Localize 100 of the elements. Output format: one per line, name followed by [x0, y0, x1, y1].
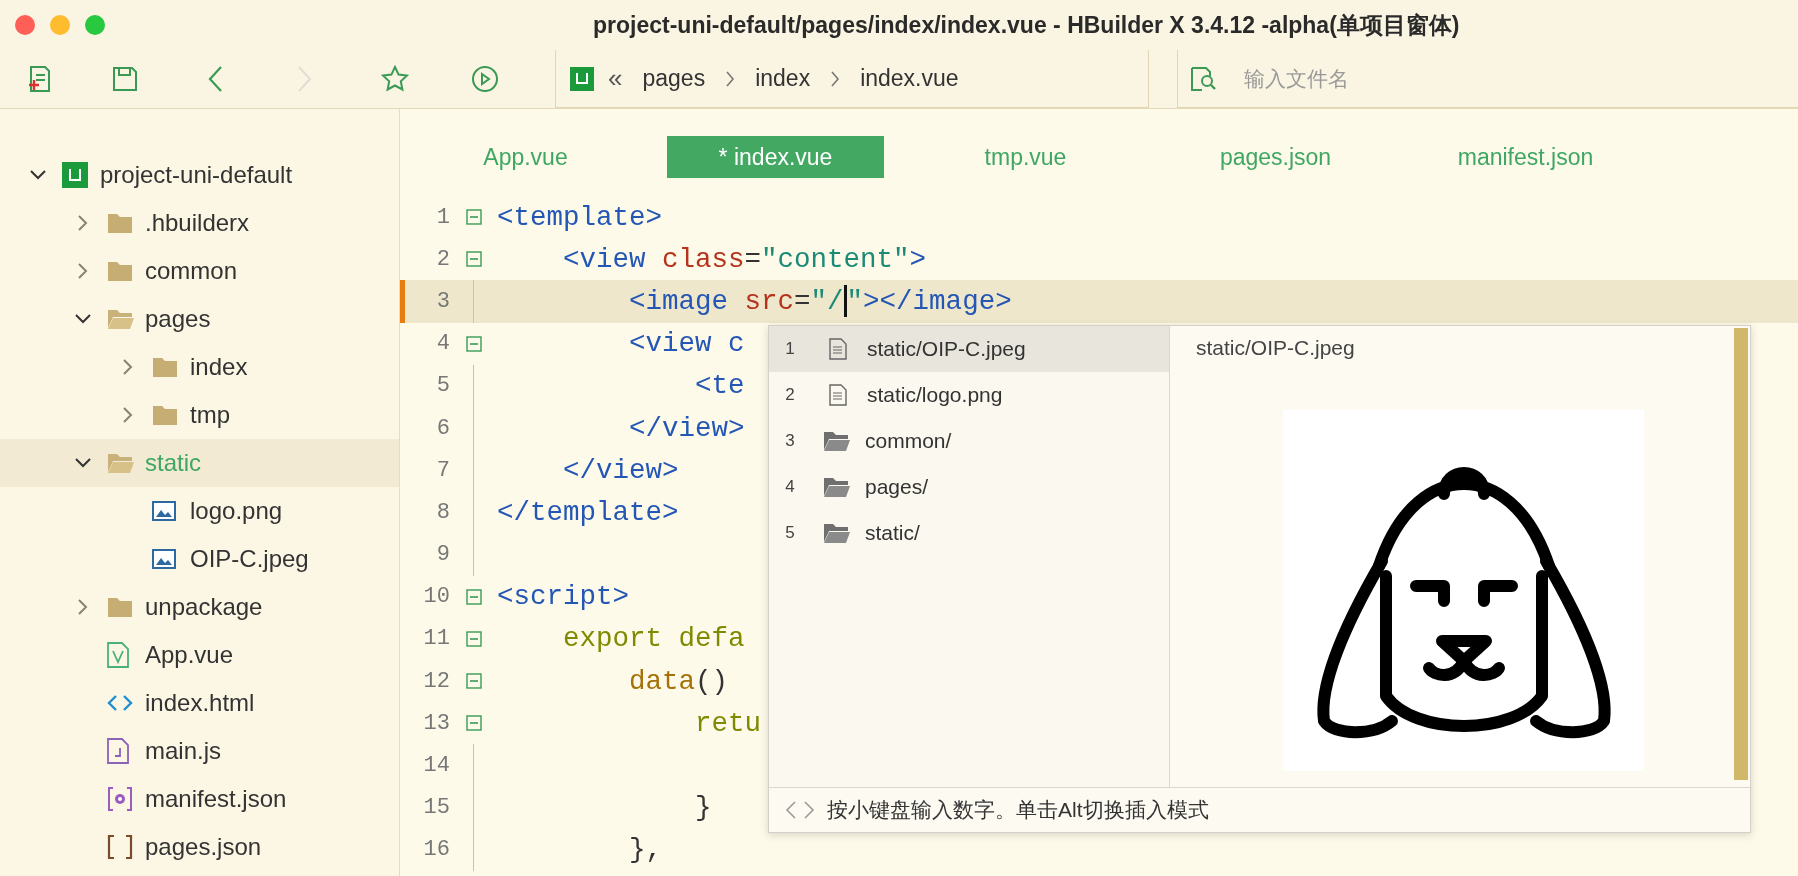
- code-text: "/: [810, 285, 844, 317]
- code-text: </view>: [628, 412, 745, 444]
- previous-icon[interactable]: [785, 800, 797, 820]
- folder-icon: [152, 404, 178, 426]
- code-text: <template>: [497, 201, 663, 233]
- chevron-right-icon[interactable]: [77, 262, 89, 280]
- chevron-down-icon[interactable]: [74, 313, 92, 325]
- file-search-field[interactable]: 输入文件名: [1242, 65, 1546, 92]
- code-text: =: [744, 243, 762, 275]
- code-text: src: [743, 285, 795, 317]
- file-tree-item[interactable]: App.vue: [0, 631, 399, 679]
- code-text: retu: [694, 707, 762, 739]
- code-text: </view>: [562, 454, 679, 486]
- code-text: >: [909, 243, 927, 275]
- file-tree-item[interactable]: unpackage: [0, 583, 399, 631]
- folder-icon: [107, 596, 133, 618]
- line-number: 12: [422, 668, 450, 694]
- file-tree-item[interactable]: .hbuilderx: [0, 199, 399, 247]
- image-file-icon: [152, 549, 176, 569]
- back-icon[interactable]: [207, 65, 223, 93]
- line-number: 11: [422, 626, 450, 652]
- line-number: 13: [422, 710, 450, 736]
- code-text: ></image>: [863, 285, 1012, 317]
- completion-hint: 按小键盘输入数字。单击Alt切换插入模式: [827, 797, 1209, 823]
- line-number: 14: [422, 753, 450, 779]
- breadcrumb-item[interactable]: index: [755, 65, 811, 92]
- line-number: 16: [422, 837, 450, 863]
- fold-toggle-icon[interactable]: [465, 335, 482, 352]
- star-icon[interactable]: [381, 65, 409, 93]
- project-logo-icon: [62, 162, 88, 188]
- line-number: 5: [435, 373, 450, 399]
- close-window-button[interactable]: [15, 15, 35, 35]
- preview-title: static/OIP-C.jpeg: [1196, 336, 1355, 360]
- line-number: 15: [422, 795, 450, 821]
- line-number: 9: [435, 542, 450, 568]
- file-tree-item[interactable]: pages: [0, 295, 399, 343]
- open-folder-icon: [107, 452, 135, 474]
- file-tree-item[interactable]: project-uni-default: [0, 151, 399, 199]
- zoom-window-button[interactable]: [85, 15, 105, 35]
- file-tree-item[interactable]: index.html: [0, 679, 399, 727]
- line-number: 10: [422, 584, 450, 610]
- folder-icon: [152, 356, 178, 378]
- code-text: (): [695, 665, 729, 697]
- save-icon[interactable]: [112, 66, 138, 92]
- line-number: 3: [435, 288, 450, 314]
- js-file-icon: [107, 738, 129, 764]
- code-text: <script>: [497, 581, 630, 613]
- code-text: },: [628, 834, 663, 866]
- breadcrumb-item[interactable]: pages: [642, 65, 706, 92]
- fold-toggle-icon[interactable]: [465, 209, 482, 226]
- file-tree-item[interactable]: common: [0, 247, 399, 295]
- chevron-icon: [830, 69, 841, 88]
- chevron-down-icon[interactable]: [29, 169, 47, 181]
- fold-toggle-icon[interactable]: [465, 673, 482, 690]
- code-text: <view: [562, 243, 646, 275]
- file-tree-item[interactable]: manifest.json: [0, 775, 399, 823]
- file-tree-item[interactable]: logo.png: [0, 487, 399, 535]
- completion-item[interactable]: 2 static/logo.png: [769, 372, 1169, 418]
- file-tree-item[interactable]: tmp: [0, 391, 399, 439]
- line-number: 4: [435, 331, 450, 357]
- code-text: <view c: [628, 328, 745, 360]
- file-tree-item[interactable]: main.js: [0, 727, 399, 775]
- next-icon[interactable]: [803, 800, 815, 820]
- line-number: 2: [435, 246, 450, 272]
- fold-toggle-icon[interactable]: [465, 251, 482, 268]
- fold-toggle-icon[interactable]: [465, 715, 482, 732]
- completion-item[interactable]: 5 static/: [769, 510, 1169, 556]
- document-icon: [829, 384, 847, 406]
- chevron-right-icon[interactable]: [122, 406, 134, 424]
- folder-icon: [823, 522, 851, 544]
- chevron-down-icon[interactable]: [74, 457, 92, 469]
- new-file-icon[interactable]: [27, 65, 53, 93]
- code-text: data: [628, 665, 696, 697]
- line-number: 1: [435, 204, 450, 230]
- breadcrumb-item[interactable]: index.vue: [860, 65, 959, 92]
- chevron-right-icon[interactable]: [77, 214, 89, 232]
- search-icon: [1190, 65, 1218, 92]
- code-text: "content": [761, 243, 910, 275]
- code-text: =: [794, 285, 811, 317]
- completion-item[interactable]: 4 pages/: [769, 464, 1169, 510]
- vue-file-icon: [107, 642, 129, 668]
- file-tree-item[interactable]: OIP-C.jpeg: [0, 535, 399, 583]
- fold-toggle-icon[interactable]: [465, 630, 482, 647]
- completion-item[interactable]: 1 static/OIP-C.jpeg: [769, 326, 1169, 372]
- file-tree-item[interactable]: pages.json: [0, 823, 399, 871]
- completion-item[interactable]: 3 common/: [769, 418, 1169, 464]
- code-text: <image: [628, 285, 729, 317]
- chevron-right-icon[interactable]: [122, 358, 134, 376]
- minimize-window-button[interactable]: [50, 15, 70, 35]
- chevron-right-icon[interactable]: [77, 598, 89, 616]
- file-tree-item[interactable]: index: [0, 343, 399, 391]
- play-icon[interactable]: [471, 65, 499, 93]
- fold-toggle-icon[interactable]: [465, 588, 482, 605]
- gear-file-icon: [107, 786, 133, 812]
- brackets-icon: [107, 834, 133, 860]
- collapse-symbol[interactable]: «: [608, 63, 623, 94]
- line-number: 6: [435, 415, 450, 441]
- scrollbar-thumb[interactable]: [1734, 328, 1748, 780]
- document-icon: [829, 338, 847, 360]
- chevron-icon: [725, 69, 736, 88]
